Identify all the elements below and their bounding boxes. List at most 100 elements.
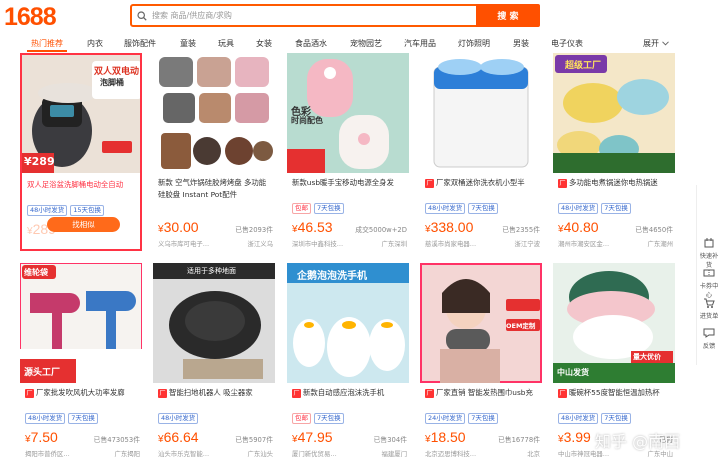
shop-name[interactable]: 汕头市乐克智能… bbox=[158, 449, 209, 458]
product-title[interactable]: 厂厂家批发吹风机大功率发廊 bbox=[25, 387, 140, 411]
product-card[interactable]: 色彩 时尚配色 新款usb暖手宝移动电源全身发 包邮 7天包换 ¥46.53 成… bbox=[287, 53, 409, 251]
tab-underwear[interactable]: 内衣 bbox=[87, 38, 103, 49]
shop-name[interactable]: 厦门新优贸易… bbox=[292, 449, 337, 458]
sidebar-item-cart[interactable]: 进货单 bbox=[697, 297, 720, 320]
product-title[interactable]: 厂智能扫地机器人 吸尘器家 bbox=[158, 387, 273, 411]
tab-accessories[interactable]: 服饰配件 bbox=[124, 38, 156, 49]
product-image: 中山发货 量大优价 bbox=[553, 263, 675, 383]
location: 广东深圳 bbox=[381, 240, 407, 248]
seller-meta: 慈溪市尚家电器… 浙江宁波 bbox=[425, 239, 540, 248]
expand-button[interactable]: 展开 bbox=[643, 38, 669, 49]
product-title[interactable]: 厂新款自动感应泡沫洗手机 bbox=[292, 387, 407, 411]
tab-food[interactable]: 食品酒水 bbox=[295, 38, 327, 49]
tag: 7天包换 bbox=[601, 413, 631, 424]
location: 北京 bbox=[527, 450, 540, 458]
location: 广东汕头 bbox=[247, 450, 273, 458]
tab-auto[interactable]: 汽车用品 bbox=[404, 38, 436, 49]
cart-icon bbox=[704, 298, 715, 308]
tag: 7天包换 bbox=[468, 203, 498, 214]
sold-count: 已售2355件 bbox=[502, 226, 540, 234]
product-card[interactable]: 维轮袋 源头工厂 厂厂家批发吹风机大功率发廊 48小时发货 7天包换 ¥7.50… bbox=[20, 263, 142, 461]
sidebar-item-feedback[interactable]: 反馈 bbox=[697, 327, 720, 350]
tag: 7天包换 bbox=[468, 413, 498, 424]
product-title[interactable]: 新款usb暖手宝移动电源全身发 bbox=[292, 177, 407, 201]
sold-count: 成交5000w+2D bbox=[355, 226, 407, 234]
product-tags: 48小时发货 7天包换 bbox=[558, 203, 631, 214]
sidebar-item-restock[interactable]: 快速补货 bbox=[697, 237, 720, 269]
vendor-badge-icon: 厂 bbox=[158, 388, 167, 398]
tag: 48小时发货 bbox=[27, 205, 68, 216]
price-row: ¥46.53 成交5000w+2D bbox=[292, 219, 407, 237]
tag: 7天包换 bbox=[314, 203, 344, 214]
product-card[interactable]: 新款 空气炸锅硅胶烤烤盘 多功能硅胶盘 Instant Pot配件 ¥30.00… bbox=[153, 53, 275, 251]
seller-meta: 义乌市库可电子… 浙江义乌 bbox=[158, 239, 273, 248]
price-row: ¥7.50 已售473053件 bbox=[25, 429, 140, 447]
product-card[interactable]: 超级工厂 厂多功能电煮锅迷你电热锅迷 48小时发货 7天包换 ¥40.80 已售… bbox=[553, 53, 675, 251]
shop-name[interactable]: 深圳市中鑫科技… bbox=[292, 239, 343, 248]
tag: 48小时发货 bbox=[158, 413, 199, 424]
seller-meta: 厦门新优贸易… 福建厦门 bbox=[292, 449, 407, 458]
product-price: ¥3.99 bbox=[558, 429, 591, 445]
product-image: 维轮袋 源头工厂 bbox=[20, 263, 142, 383]
tag: 7天包换 bbox=[314, 413, 344, 424]
sold-count: 已售16778件 bbox=[497, 436, 540, 444]
product-image: 适用于多种地面 bbox=[153, 263, 275, 383]
sidebar-item-coupons[interactable]: 卡券中心 bbox=[697, 267, 720, 299]
price-row: ¥18.50 已售16778件 bbox=[425, 429, 540, 447]
product-card[interactable]: 企鹅泡泡洗手机 厂新款自动感应泡沫洗手机 包邮 7天包换 ¥47.95 已售30… bbox=[287, 263, 409, 461]
product-title[interactable]: 新款 空气炸锅硅胶烤烤盘 多功能硅胶盘 Instant Pot配件 bbox=[158, 177, 273, 201]
product-title[interactable]: 厂暖碗杯55度智能恒温加热杯 bbox=[558, 387, 673, 411]
tag: 15天包换 bbox=[70, 205, 105, 216]
shop-name[interactable]: 义乌市库可电子… bbox=[158, 239, 209, 248]
vendor-badge-icon: 厂 bbox=[558, 178, 567, 188]
shop-name[interactable]: 揭阳市普侨区… bbox=[25, 449, 70, 458]
product-card[interactable]: 适用于多种地面 厂智能扫地机器人 吸尘器家 48小时发货 ¥66.64 已售59… bbox=[153, 263, 275, 461]
shop-name[interactable]: 慈溪市尚家电器… bbox=[425, 239, 476, 248]
product-image-text: 适用于多种地面 bbox=[187, 267, 236, 275]
seller-meta: 汕头市乐克智能… 广东汕头 bbox=[158, 449, 273, 458]
chevron-down-icon bbox=[662, 41, 669, 46]
product-image bbox=[420, 53, 542, 173]
tab-pets-garden[interactable]: 宠物园艺 bbox=[350, 38, 382, 49]
tag: 24小时发货 bbox=[425, 413, 466, 424]
vendor-badge-icon: 厂 bbox=[25, 388, 34, 398]
tab-womens[interactable]: 女装 bbox=[256, 38, 272, 49]
product-image-subtext: 源头工厂 bbox=[24, 368, 61, 378]
right-sidebar: 快速补货 卡券中心 进货单 反馈 bbox=[696, 185, 720, 365]
product-title[interactable]: 厂多功能电煮锅迷你电热锅迷 bbox=[558, 177, 673, 201]
price-row: ¥338.00 已售2355件 bbox=[425, 219, 540, 237]
tab-hot[interactable]: 热门推荐 bbox=[31, 38, 63, 49]
product-tags: 24小时发货 7天包换 bbox=[425, 413, 498, 424]
tag: 7天包换 bbox=[601, 203, 631, 214]
product-card[interactable]: OEM定制 厂厂家直销 智能发热围巾usb充 24小时发货 7天包换 ¥18.5… bbox=[420, 263, 542, 461]
product-tags: 48小时发货 bbox=[158, 413, 199, 424]
tab-toys[interactable]: 玩具 bbox=[218, 38, 234, 49]
find-similar-button[interactable]: 找相似 bbox=[47, 217, 120, 232]
product-image-price: ¥289 bbox=[24, 155, 55, 168]
product-card[interactable]: 厂厂家双桶迷你洗衣机小型半 48小时发货 7天包换 ¥338.00 已售2355… bbox=[420, 53, 542, 251]
shop-name[interactable]: 北京迈思博科技… bbox=[425, 449, 476, 458]
sold-count: 已售5907件 bbox=[235, 436, 273, 444]
location: 浙江义乌 bbox=[247, 240, 273, 248]
tab-mens[interactable]: 男装 bbox=[513, 38, 529, 49]
product-title[interactable]: 双人足浴盆洗脚桶电动全自动 bbox=[27, 179, 140, 203]
product-title[interactable]: 厂厂家双桶迷你洗衣机小型半 bbox=[425, 177, 540, 201]
coupon-icon bbox=[703, 269, 715, 277]
product-price: ¥66.64 bbox=[158, 429, 199, 445]
tab-kids-clothing[interactable]: 童装 bbox=[180, 38, 196, 49]
tab-lighting[interactable]: 灯饰照明 bbox=[458, 38, 490, 49]
product-image: 双人双电动 泡脚桶 ¥289 bbox=[22, 55, 140, 173]
sold-count: 已售304件 bbox=[373, 436, 407, 444]
logo-1688[interactable]: 1688 bbox=[4, 3, 57, 32]
search-button[interactable]: 搜 索 bbox=[476, 4, 540, 27]
search-input[interactable] bbox=[152, 6, 476, 25]
vendor-badge-icon: 厂 bbox=[425, 178, 434, 188]
product-price: ¥7.50 bbox=[25, 429, 58, 445]
shop-name[interactable]: 潮州市潮安区金… bbox=[558, 239, 609, 248]
tab-electronics[interactable]: 电子仪表 bbox=[551, 38, 583, 49]
product-card[interactable]: 双人双电动 泡脚桶 ¥289 双人足浴盆洗脚桶电动全自动 48小时发货 15天包… bbox=[20, 53, 142, 251]
seller-meta: 潮州市潮安区金… 广东潮州 bbox=[558, 239, 673, 248]
category-bar: 热门推荐 内衣 服饰配件 童装 玩具 女装 食品酒水 宠物园艺 汽车用品 灯饰照… bbox=[0, 36, 700, 52]
vendor-badge-icon: 厂 bbox=[292, 388, 301, 398]
product-title[interactable]: 厂厂家直销 智能发热围巾usb充 bbox=[425, 387, 540, 411]
